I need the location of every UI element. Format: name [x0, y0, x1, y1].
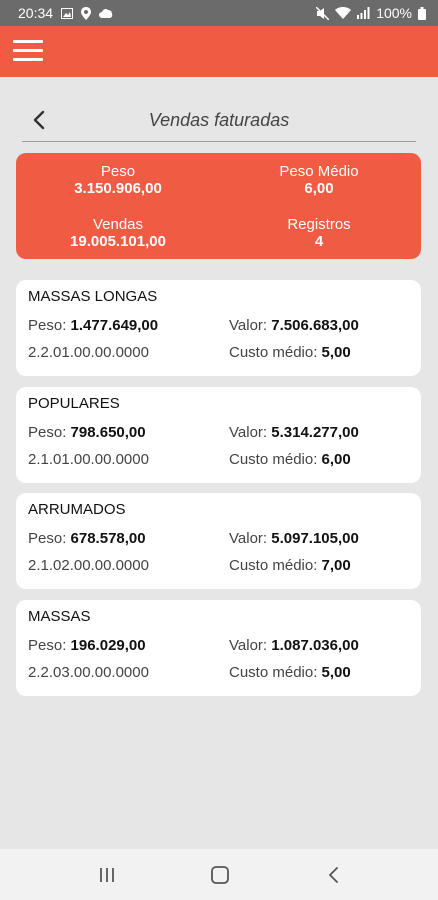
title-row: Vendas faturadas [22, 102, 416, 142]
status-bar: 20:34 100% [0, 0, 438, 26]
custo-value: 7,00 [321, 557, 351, 574]
summary-registros-label: Registros [287, 216, 351, 233]
custo-label: Custo médio: [229, 344, 322, 361]
item-peso: Peso: 1.477.649,00 [28, 317, 158, 334]
peso-label: Peso: [28, 317, 71, 334]
item-code: 2.1.02.00.00.0000 [28, 557, 149, 574]
cloud-icon [99, 8, 113, 18]
item-valor: Valor: 1.087.036,00 [229, 637, 359, 654]
recent-apps-icon[interactable] [95, 863, 119, 887]
location-icon [81, 6, 92, 20]
valor-label: Valor: [229, 317, 272, 334]
battery-percent: 100% [376, 5, 412, 21]
item-name: ARRUMADOS [28, 501, 126, 518]
item-name: MASSAS LONGAS [28, 288, 158, 305]
valor-value: 5.314.277,00 [271, 424, 359, 441]
item-custo: Custo médio: 7,00 [229, 557, 351, 574]
item-valor: Valor: 7.506.683,00 [229, 317, 359, 334]
nav-back-icon[interactable] [322, 863, 346, 887]
wifi-icon [335, 7, 352, 19]
list-item[interactable]: MASSAS LONGAS Peso: 1.477.649,00 Valor: … [16, 280, 421, 376]
summary-registros: Registros 4 [219, 216, 419, 251]
page-title: Vendas faturadas [148, 110, 290, 130]
item-custo: Custo médio: 5,00 [229, 344, 351, 361]
summary-peso-medio-value: 6,00 [304, 180, 334, 197]
list-item[interactable]: POPULARES Peso: 798.650,00 Valor: 5.314.… [16, 387, 421, 483]
signal-icon [357, 7, 370, 19]
summary-peso: Peso 3.150.906,00 [18, 163, 218, 198]
item-custo: Custo médio: 5,00 [229, 664, 351, 681]
item-code: 2.1.01.00.00.0000 [28, 451, 149, 468]
valor-value: 7.506.683,00 [271, 317, 359, 334]
custo-value: 5,00 [321, 664, 351, 681]
item-peso: Peso: 678.578,00 [28, 530, 146, 547]
app-bar [0, 26, 438, 77]
home-icon[interactable] [208, 863, 232, 887]
item-code: 2.2.01.00.00.0000 [28, 344, 149, 361]
peso-label: Peso: [28, 424, 71, 441]
item-valor: Valor: 5.097.105,00 [229, 530, 359, 547]
gallery-icon [61, 7, 74, 19]
summary-peso-label: Peso [100, 163, 136, 180]
system-nav-bar [0, 849, 438, 900]
list-item[interactable]: ARRUMADOS Peso: 678.578,00 Valor: 5.097.… [16, 493, 421, 589]
summary-peso-medio-label: Peso Médio [279, 163, 359, 180]
valor-value: 5.097.105,00 [271, 530, 359, 547]
item-peso: Peso: 196.029,00 [28, 637, 146, 654]
summary-peso-value: 3.150.906,00 [74, 180, 162, 197]
mute-icon [316, 6, 330, 20]
custo-label: Custo médio: [229, 557, 322, 574]
item-custo: Custo médio: 6,00 [229, 451, 351, 468]
battery-icon [418, 6, 426, 20]
valor-label: Valor: [229, 637, 272, 654]
summary-vendas-label: Vendas [92, 216, 144, 233]
peso-value: 196.029,00 [70, 637, 146, 654]
list-item[interactable]: MASSAS Peso: 196.029,00 Valor: 1.087.036… [16, 600, 421, 696]
peso-value: 798.650,00 [70, 424, 146, 441]
peso-value: 1.477.649,00 [70, 317, 159, 334]
custo-value: 6,00 [321, 451, 351, 468]
summary-card: Peso 3.150.906,00 Peso Médio 6,00 Vendas… [16, 153, 421, 259]
custo-label: Custo médio: [229, 451, 322, 468]
peso-value: 678.578,00 [70, 530, 146, 547]
summary-peso-medio: Peso Médio 6,00 [219, 163, 419, 198]
summary-registros-value: 4 [314, 233, 324, 250]
item-name: MASSAS [28, 608, 91, 625]
summary-vendas: Vendas 19.005.101,00 [18, 216, 218, 251]
item-name: POPULARES [28, 395, 120, 412]
hamburger-menu-icon[interactable] [13, 40, 43, 62]
valor-label: Valor: [229, 424, 272, 441]
custo-label: Custo médio: [229, 664, 322, 681]
custo-value: 5,00 [321, 344, 351, 361]
status-time: 20:34 [18, 5, 54, 21]
item-peso: Peso: 798.650,00 [28, 424, 146, 441]
summary-vendas-value: 19.005.101,00 [70, 233, 166, 250]
valor-value: 1.087.036,00 [271, 637, 359, 654]
valor-label: Valor: [229, 530, 272, 547]
item-valor: Valor: 5.314.277,00 [229, 424, 359, 441]
peso-label: Peso: [28, 530, 71, 547]
peso-label: Peso: [28, 637, 71, 654]
item-code: 2.2.03.00.00.0000 [28, 664, 149, 681]
